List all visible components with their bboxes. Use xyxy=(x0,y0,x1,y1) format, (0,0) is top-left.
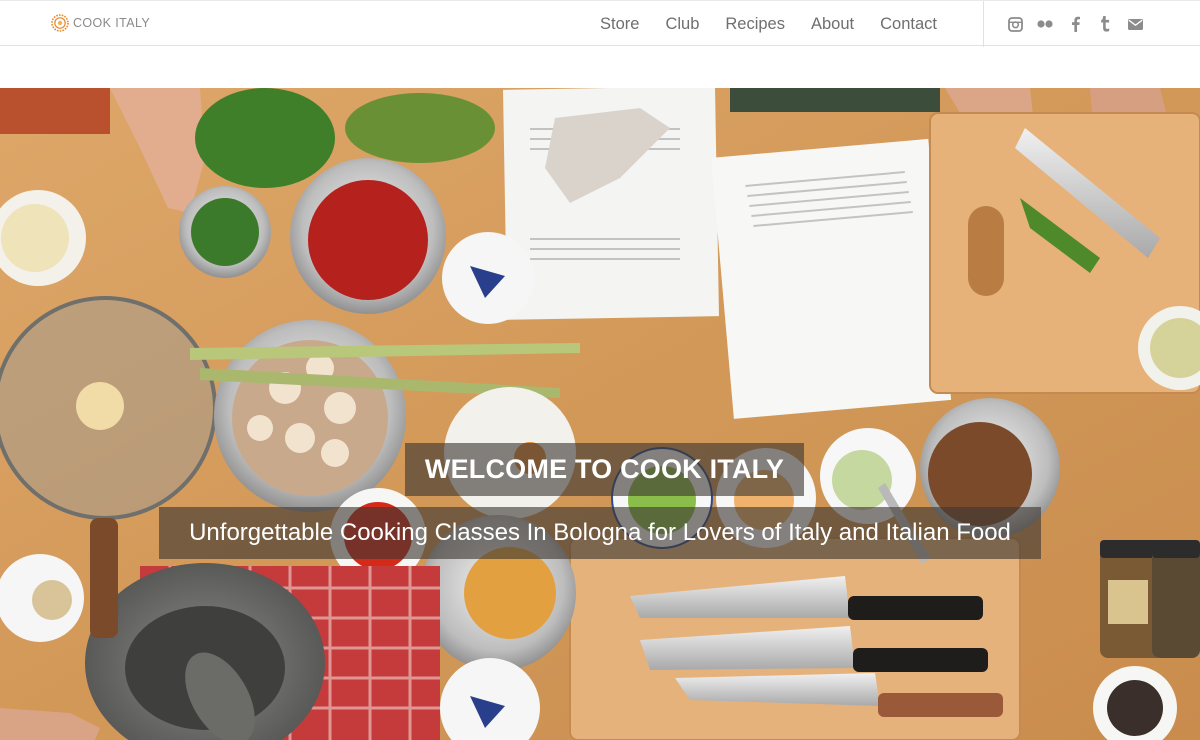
scrollbar[interactable] xyxy=(1186,46,1200,86)
facebook-link[interactable] xyxy=(1060,1,1090,47)
nav-item-club[interactable]: Club xyxy=(652,1,712,47)
flickr-link[interactable] xyxy=(1030,1,1060,47)
hero-title-box: WELCOME TO COOK ITALY xyxy=(405,443,804,496)
instagram-icon xyxy=(1007,16,1023,32)
social-links xyxy=(1000,1,1150,47)
mail-icon xyxy=(1127,18,1143,30)
nav-item-contact[interactable]: Contact xyxy=(867,1,950,47)
instagram-link[interactable] xyxy=(1000,1,1030,47)
hero-title: WELCOME TO COOK ITALY xyxy=(424,454,785,484)
tumblr-link[interactable] xyxy=(1090,1,1120,47)
nav-item-store[interactable]: Store xyxy=(587,1,652,47)
main-nav: Store Club Recipes About Contact xyxy=(587,1,950,47)
nav-item-about[interactable]: About xyxy=(798,1,867,47)
hero-banner: WELCOME TO COOK ITALY Unforgettable Cook… xyxy=(0,88,1200,740)
logo-text: COOK ITALY xyxy=(73,16,151,30)
logo-sun-icon xyxy=(51,14,69,32)
facebook-icon xyxy=(1071,16,1080,32)
hero-subtitle: Unforgettable Cooking Classes In Bologna… xyxy=(189,519,1011,546)
tumblr-icon xyxy=(1101,16,1110,32)
header-divider xyxy=(983,1,984,47)
site-header: COOK ITALY Store Club Recipes About Cont… xyxy=(0,0,1200,47)
hero-subtitle-box: Unforgettable Cooking Classes In Bologna… xyxy=(159,507,1041,559)
site-logo[interactable]: COOK ITALY xyxy=(50,12,150,34)
flickr-icon xyxy=(1037,20,1053,28)
nav-item-recipes[interactable]: Recipes xyxy=(712,1,798,47)
mail-link[interactable] xyxy=(1120,1,1150,47)
hero-cooking-table-image xyxy=(0,88,1200,740)
